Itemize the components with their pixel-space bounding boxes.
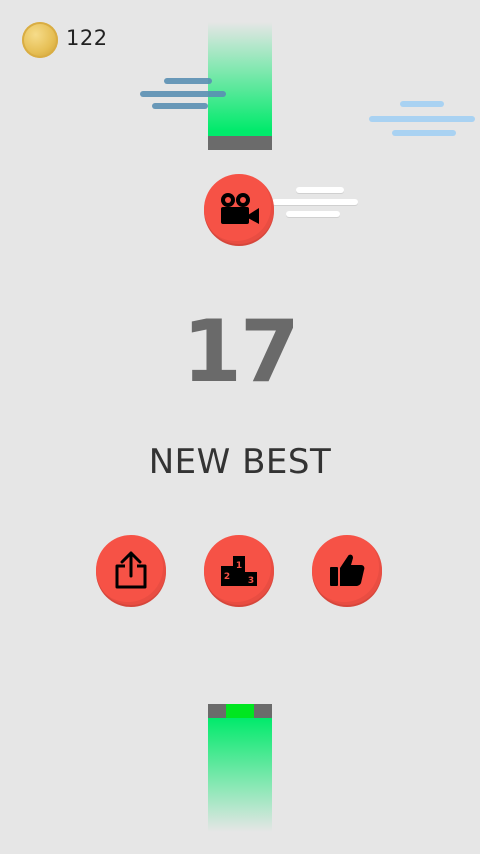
top-pillar [208, 22, 272, 150]
svg-text:3: 3 [248, 576, 254, 586]
svg-text:1: 1 [236, 561, 242, 571]
bottom-pillar [208, 718, 272, 832]
share-icon [115, 551, 147, 589]
podium-icon: 2 1 3 [221, 556, 257, 586]
top-pillar-cap [208, 136, 272, 150]
coin-icon [22, 22, 58, 58]
share-button[interactable] [96, 535, 166, 605]
score: 17 [182, 302, 300, 402]
svg-text:2: 2 [224, 572, 230, 582]
leaderboard-button[interactable]: 2 1 3 [204, 535, 274, 605]
new-best-label: NEW BEST [148, 442, 332, 482]
thumbs-up-icon [330, 554, 365, 586]
landing-target [226, 704, 254, 718]
video-replay-button[interactable] [204, 174, 274, 244]
coin-count: 122 [66, 26, 108, 50]
rate-button[interactable] [312, 535, 382, 605]
video-camera-icon [221, 193, 259, 224]
